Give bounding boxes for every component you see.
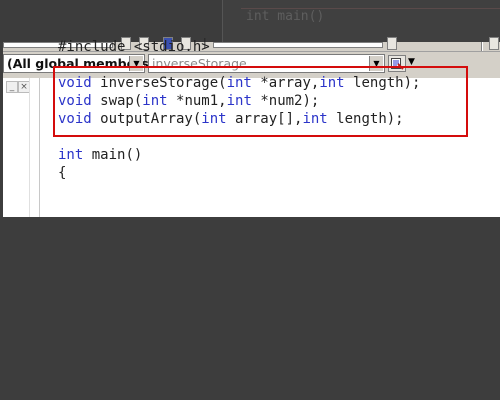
editor-gutter: _ × [3,78,40,217]
minimize-icon[interactable]: _ [6,81,18,93]
code-line[interactable]: { [58,164,420,182]
ghost-code-line: int main() [246,9,325,24]
code-keyword: int [58,147,84,163]
code-token: main() [83,147,143,163]
code-token: #include <stdio.h> [58,39,210,55]
toolbar-icon-6[interactable] [489,37,499,50]
toolbar-divider-highlight [482,42,483,51]
code-line[interactable]: #include <stdio.h> [58,38,420,56]
gutter-divider [29,78,30,217]
annotation-highlight-box [53,66,468,137]
code-token: { [58,165,67,181]
code-line[interactable]: int main() [58,146,420,164]
ghost-window-border [241,0,500,9]
